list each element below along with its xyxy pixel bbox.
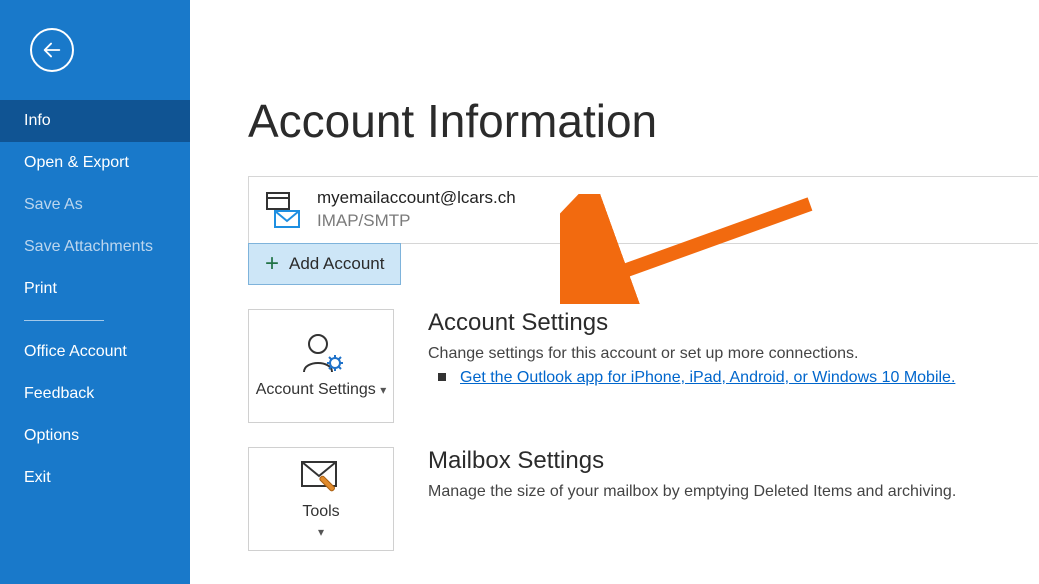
account-settings-button[interactable]: Account Settings ▾ <box>248 309 394 423</box>
sidebar-item-save-attachments: Save Attachments <box>0 226 190 268</box>
add-account-label: Add Account <box>289 254 384 274</box>
mailbox-settings-heading: Mailbox Settings <box>428 447 956 475</box>
back-button[interactable] <box>30 28 74 72</box>
sidebar-item-office-account[interactable]: Office Account <box>0 331 190 373</box>
tools-button-label: Tools▾ <box>302 502 339 542</box>
tools-button[interactable]: Tools▾ <box>248 447 394 551</box>
account-mail-icon <box>263 190 303 230</box>
account-settings-heading: Account Settings <box>428 309 955 337</box>
person-gear-icon <box>298 332 344 374</box>
backstage-sidebar: Info Open & Export Save As Save Attachme… <box>0 0 190 584</box>
chevron-down-icon: ▾ <box>318 525 324 539</box>
chevron-down-icon: ▾ <box>380 383 386 397</box>
sidebar-item-open-export[interactable]: Open & Export <box>0 142 190 184</box>
sidebar-item-save-as: Save As <box>0 184 190 226</box>
get-outlook-app-link[interactable]: Get the Outlook app for iPhone, iPad, An… <box>460 369 955 387</box>
arrow-left-icon <box>41 39 63 61</box>
page-title: Account Information <box>248 94 1039 148</box>
sidebar-item-exit[interactable]: Exit <box>0 457 190 499</box>
sidebar-item-info[interactable]: Info <box>0 100 190 142</box>
account-selector[interactable]: myemailaccount@lcars.ch IMAP/SMTP <box>248 176 1038 244</box>
bullet-icon <box>438 373 446 381</box>
plus-icon: + <box>265 252 279 276</box>
sidebar-item-feedback[interactable]: Feedback <box>0 373 190 415</box>
account-email: myemailaccount@lcars.ch <box>317 187 516 210</box>
add-account-button[interactable]: + Add Account <box>248 243 401 285</box>
main-content: Account Information myemailaccount@lcars… <box>190 0 1039 584</box>
mailbox-settings-description: Manage the size of your mailbox by empty… <box>428 483 956 501</box>
account-settings-button-label: Account Settings ▾ <box>256 380 387 400</box>
back-button-wrap <box>0 0 190 100</box>
account-type: IMAP/SMTP <box>317 210 516 233</box>
sidebar-item-print[interactable]: Print <box>0 268 190 310</box>
sidebar-item-options[interactable]: Options <box>0 415 190 457</box>
sidebar-separator <box>24 320 104 321</box>
mailbox-tools-icon <box>298 456 344 496</box>
account-settings-description: Change settings for this account or set … <box>428 345 955 363</box>
account-text: myemailaccount@lcars.ch IMAP/SMTP <box>317 187 516 233</box>
